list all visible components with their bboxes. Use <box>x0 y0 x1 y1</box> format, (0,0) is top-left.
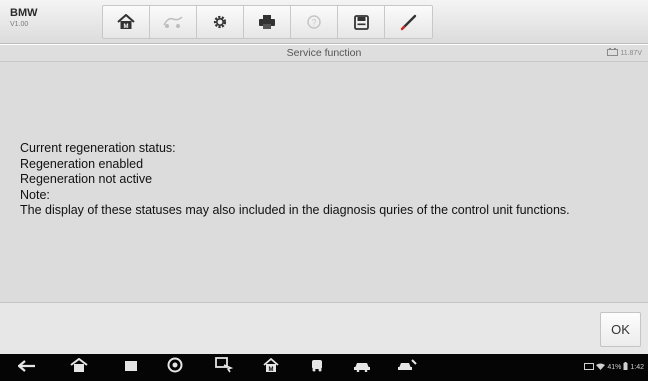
battery-percent: 41% <box>607 363 622 371</box>
wifi-icon <box>596 363 606 372</box>
battery-voltage: 11.87V <box>607 48 642 58</box>
vehicle-swap-nav-button[interactable] <box>304 354 330 381</box>
page-title: Service function <box>286 47 362 59</box>
recent-apps-icon <box>124 359 138 377</box>
print-button[interactable] <box>244 6 291 38</box>
car-service-icon <box>396 358 418 377</box>
service-nav-button[interactable] <box>392 354 422 381</box>
save-icon <box>353 14 369 30</box>
help-button[interactable]: ? <box>291 6 338 38</box>
message-line: The display of these statuses may also i… <box>20 203 570 217</box>
car-battery-icon <box>607 48 619 58</box>
pen-icon <box>400 13 418 31</box>
title-bar: Service function 11.87V <box>0 45 648 62</box>
recent-apps-button[interactable] <box>118 354 144 381</box>
gear-icon <box>212 14 228 30</box>
voltage-value: 11.87V <box>620 49 642 57</box>
ok-button[interactable]: OK <box>600 312 641 347</box>
message-line: Regeneration not active <box>20 172 153 186</box>
back-button[interactable] <box>14 354 40 381</box>
home-nav-button[interactable] <box>66 354 92 381</box>
vehicle-icon <box>310 358 324 377</box>
message-line: Current regeneration status: <box>20 141 176 155</box>
back-arrow-icon <box>17 359 36 377</box>
help-icon: ? <box>307 15 321 29</box>
home-m-icon: M <box>263 357 279 378</box>
car-icon <box>353 359 371 377</box>
message-line: Regeneration enabled <box>20 156 144 171</box>
brand-name: BMW <box>10 7 38 19</box>
home-button[interactable]: M <box>103 6 150 38</box>
home-nav-icon <box>70 357 88 377</box>
save-button[interactable] <box>338 6 385 38</box>
message-panel: Current regeneration status: Regeneratio… <box>0 62 648 302</box>
svg-text:?: ? <box>311 18 316 28</box>
status-message: Current regeneration status: Regeneratio… <box>20 141 640 219</box>
remote-desk-button[interactable] <box>210 354 238 381</box>
keyboard-icon <box>584 362 595 372</box>
browser-icon <box>167 357 183 378</box>
clock: 1:42 <box>630 363 644 371</box>
svg-text:M: M <box>269 367 274 373</box>
diagnostics-home-button[interactable]: M <box>258 354 284 381</box>
remote-desk-icon <box>215 357 234 378</box>
svg-text:M: M <box>124 24 129 30</box>
brand-block: BMW V1.00 <box>10 7 70 30</box>
settings-button[interactable] <box>197 6 244 38</box>
home-icon: M <box>117 14 135 30</box>
top-toolbar: BMW V1.00 M ? <box>0 0 648 44</box>
vehicle-swap-icon <box>162 15 184 29</box>
printer-icon <box>258 15 276 29</box>
car-nav-button[interactable] <box>348 354 376 381</box>
message-line: Note: <box>20 187 50 202</box>
browser-button[interactable] <box>162 354 188 381</box>
system-status: 41% 1:42 <box>584 362 644 372</box>
software-version: V1.00 <box>10 21 29 28</box>
vehicle-swap-button[interactable] <box>150 6 197 38</box>
battery-icon <box>623 362 628 372</box>
data-logging-button[interactable] <box>385 6 432 38</box>
action-bar: OK <box>0 302 648 354</box>
system-nav-bar: M 41% 1:42 <box>0 354 648 381</box>
toolbar-button-group: M ? <box>102 5 433 39</box>
